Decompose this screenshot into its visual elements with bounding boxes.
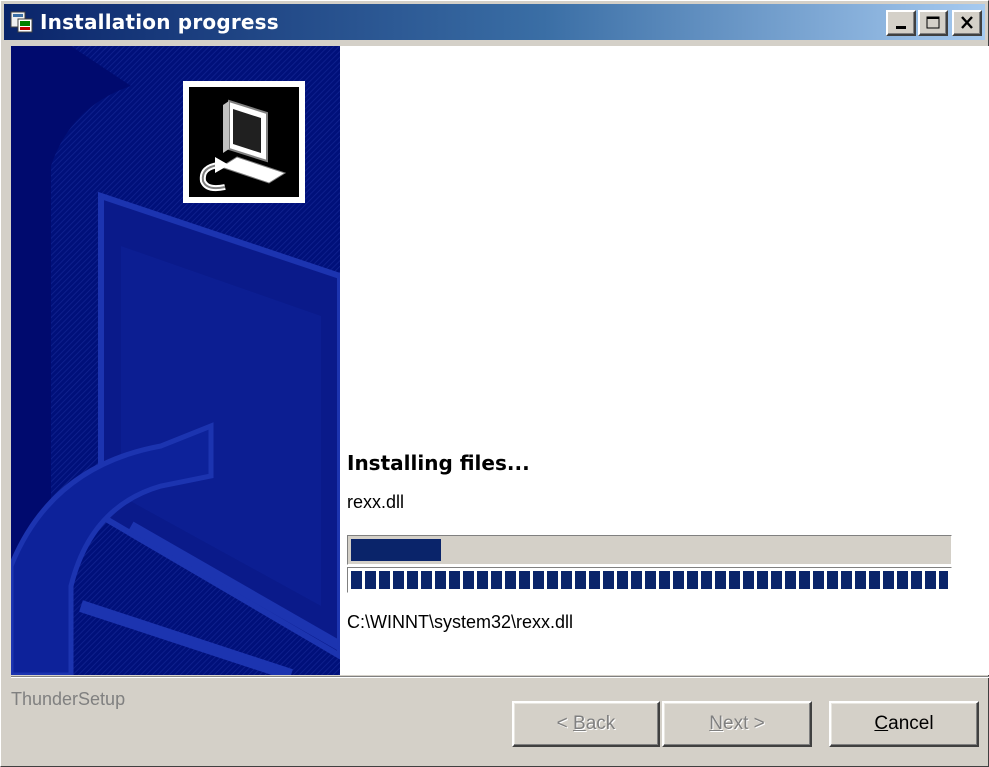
target-path-label: C:\WINNT\system32\rexx.dll [347,612,574,632]
computer-install-icon [189,87,299,197]
total-progress-fill [351,571,948,589]
brand-label: ThunderSetup [11,689,126,709]
installer-window: Installation progress Installing files..… [0,0,989,767]
next-button-label: Next > [709,713,765,734]
window-title: Installation progress [40,10,279,34]
close-button[interactable] [952,10,982,36]
minimize-button[interactable] [886,10,916,36]
file-progress-bar [347,535,952,565]
total-progress-bar [347,567,952,593]
installer-icon [10,11,33,33]
cancel-button[interactable]: Cancel [829,701,979,747]
content-area: Installing files... rexx.dll C:\WINNT\sy… [11,46,989,675]
maximize-button[interactable] [918,10,948,36]
cancel-button-label: Cancel [874,713,934,734]
setup-logo [183,81,305,203]
file-progress-fill [351,539,441,561]
next-button[interactable]: Next > [662,701,812,747]
maximize-icon [926,16,940,29]
installing-heading: Installing files... [347,451,530,475]
back-button[interactable]: < Back [512,701,660,747]
close-icon [961,16,973,29]
back-button-label: < Back [556,713,616,734]
current-file-label: rexx.dll [347,492,405,512]
minimize-icon [896,26,906,29]
title-bar[interactable]: Installation progress [4,4,985,40]
footer-divider [11,676,989,678]
side-banner [11,46,340,675]
